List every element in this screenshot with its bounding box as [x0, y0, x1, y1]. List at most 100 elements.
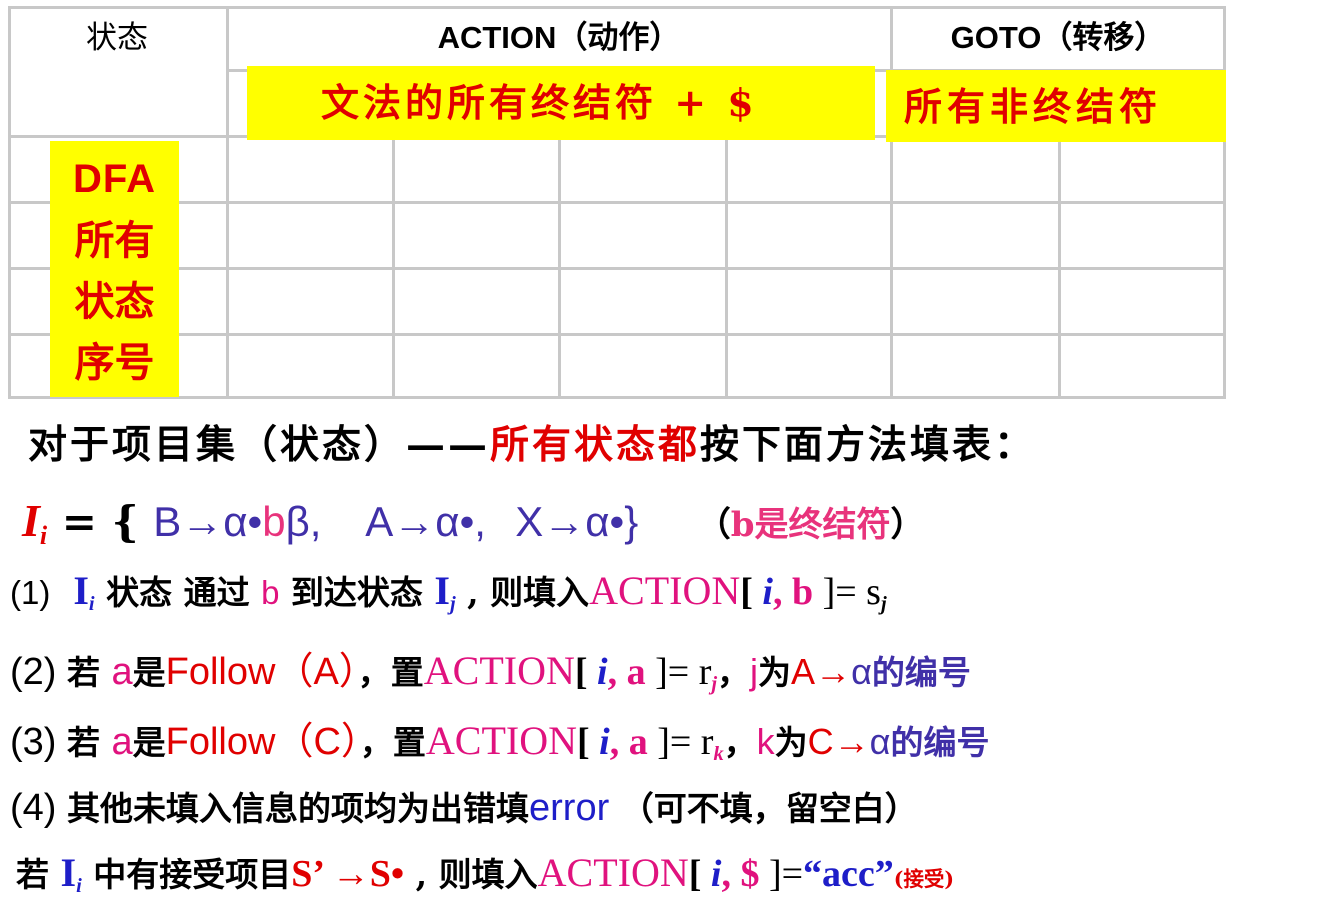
- rule1-Ii: I: [73, 568, 89, 613]
- rule3-bclose: ]= r: [657, 721, 714, 763]
- accept-idx-i: i: [710, 853, 722, 895]
- grid-line: [8, 6, 1226, 9]
- grid-line: [8, 201, 1226, 204]
- header-action: ACTION（动作）: [228, 12, 890, 57]
- rule3-comma-a: , a: [609, 721, 658, 763]
- accept-bopen: [: [688, 853, 711, 895]
- rule4-error: error: [529, 787, 610, 829]
- grid-line: [226, 6, 229, 399]
- rule2-bclose: ]= r: [655, 651, 712, 693]
- rule2-idx-i: i: [597, 651, 608, 693]
- rule3-sep: ，: [723, 723, 757, 762]
- accept-item: S’ →S•: [291, 853, 405, 895]
- grid-line: [1058, 135, 1061, 399]
- grid-line: [8, 396, 1226, 399]
- rule3-wei: 为: [774, 723, 808, 762]
- header-state: 状态: [8, 12, 226, 57]
- itemset-b-item: B→α•: [153, 498, 263, 545]
- rule2-wei: 为: [758, 653, 792, 692]
- accept-dollar: , $: [721, 853, 769, 895]
- grid-line: [392, 135, 395, 399]
- rule2-tail: 的编号: [871, 653, 971, 692]
- rule4-num: (4): [10, 787, 67, 829]
- heading-part3: 按下面方法填表：: [700, 422, 1037, 468]
- rule-2: (2) 若 a是Follow（A），置ACTION[ i, a ]= rj，j为…: [10, 640, 971, 696]
- header-goto: GOTO（转移）: [892, 12, 1224, 57]
- parse-table: 状态 ACTION（动作） GOTO（转移） 文法的所有终结符 + $ 所有非终…: [0, 0, 1328, 400]
- rule2-a: a: [111, 651, 133, 693]
- action-terminals-banner: 文法的所有终结符 + $: [247, 66, 875, 140]
- fill-heading: 对于项目集（状态）——所有状态都按下面方法填表：: [28, 414, 1036, 470]
- dfa-line-3: 状态: [74, 278, 155, 325]
- goto-nonterminals-text: 所有非终结符: [904, 84, 1163, 129]
- grid-line: [725, 135, 728, 399]
- rule1-Ij: I: [434, 568, 450, 613]
- accept-bclose: ]=: [768, 853, 804, 895]
- itemset-note: b是终结符: [730, 505, 891, 545]
- rule1-idx-i: i: [762, 571, 773, 613]
- rule1-bopen: [: [740, 571, 763, 613]
- rule3-idx-i: i: [599, 721, 610, 763]
- rule1-num: (1): [10, 574, 51, 611]
- rule2-ruo: 若: [67, 653, 112, 692]
- accept-I: I: [60, 850, 77, 895]
- header-action-label: ACTION（动作）: [437, 20, 681, 55]
- grid-line: [558, 135, 561, 399]
- accept-action: ACTION: [537, 850, 689, 895]
- rule3-num: (3): [10, 721, 67, 763]
- itemset-b: b: [262, 498, 286, 545]
- header-goto-label: GOTO（转移）: [950, 20, 1166, 55]
- rule1-b: b: [261, 574, 280, 611]
- rule2-num: (2): [10, 651, 67, 693]
- rule3-a: a: [111, 721, 133, 763]
- dfa-line-2: 所有: [74, 217, 155, 264]
- dfa-states-box: DFA 所有 状态 序号: [50, 141, 179, 397]
- accept-t1: 中有接受项目: [81, 855, 292, 894]
- rule4-t1: 其他未填入信息的项均为出错填: [67, 789, 529, 828]
- rule2-alpha: α: [851, 651, 872, 692]
- rule3-tail: 的编号: [890, 723, 990, 762]
- rule1-comma-b: , b: [772, 571, 823, 613]
- dfa-label: DFA: [73, 157, 156, 201]
- accept-acc: “acc”: [803, 853, 894, 895]
- dfa-line-4: 序号: [74, 339, 155, 386]
- rule2-prod: A→: [791, 651, 852, 692]
- rule3-action: ACTION: [425, 718, 577, 763]
- rule1-t3: , 则填入: [455, 573, 590, 612]
- rule2-action: ACTION: [423, 648, 575, 693]
- rule2-bopen: [: [574, 651, 598, 693]
- rule3-shi: 是: [132, 723, 166, 762]
- grid-line: [8, 333, 1226, 336]
- itemset-x-item: X→α•}: [515, 498, 639, 545]
- rule3-bopen: [: [576, 721, 600, 763]
- rule3-ruo: 若: [67, 723, 112, 762]
- goto-nonterminals-banner: 所有非终结符: [886, 70, 1226, 142]
- rule4-t2: （可不填，留空白）: [609, 789, 918, 828]
- itemset-a-item: A→α•,: [365, 498, 486, 545]
- rule3-zhi: ，置: [359, 723, 426, 762]
- rule-3: (3) 若 a是Follow（C），置ACTION[ i, a ]= rk，k为…: [10, 710, 989, 766]
- rule2-shi: 是: [132, 653, 166, 692]
- rule-1: (1) Ii 状态 通过 b 到达状态 Ij , 则填入ACTION[ i, b…: [10, 566, 887, 616]
- rule1-action: ACTION: [589, 568, 741, 613]
- rule-4: (4) 其他未填入信息的项均为出错填error （可不填，留空白）: [10, 782, 918, 830]
- rule1-sj: j: [880, 593, 887, 616]
- grid-line: [1223, 6, 1226, 399]
- heading-part2: 所有状态都: [490, 422, 701, 468]
- itemset-eq: = {: [47, 497, 154, 546]
- itemset-beta: β,: [285, 498, 322, 545]
- rule2-j: j: [750, 651, 759, 692]
- grid-line: [890, 6, 893, 399]
- itemset-line: Ii = { B→α•bβ, A→α•, X→α•} （b是终结符）: [22, 494, 925, 551]
- itemset-note-close: ）: [890, 505, 925, 545]
- action-terminals-text: 文法的所有终结符 + $: [321, 80, 758, 125]
- rule3-sub: k: [713, 743, 724, 766]
- rule1-bclose: ]= s: [822, 571, 881, 613]
- itemset-I: I: [22, 495, 40, 546]
- rule3-follow: Follow（C）: [165, 721, 360, 763]
- rule2-follow: Follow（A）: [165, 651, 358, 693]
- rule3-alpha: α: [869, 721, 891, 762]
- grid-line: [8, 6, 11, 399]
- rule1-t2: 到达状态: [279, 573, 435, 612]
- accept-note: (接受): [893, 867, 954, 891]
